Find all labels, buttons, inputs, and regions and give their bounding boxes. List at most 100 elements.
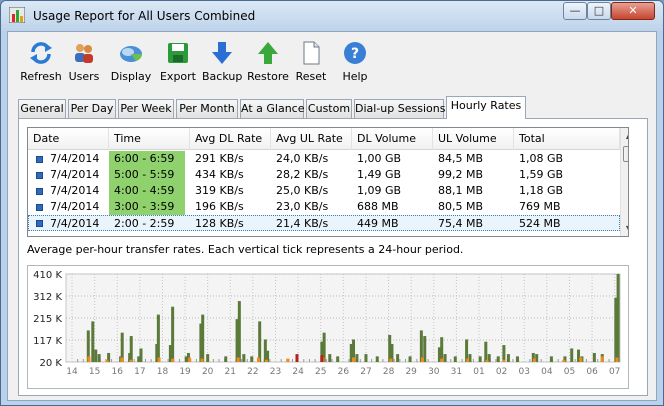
chart-bar [506, 354, 510, 362]
chart-bar [171, 306, 175, 362]
chart-bar [105, 359, 109, 362]
column-header-avg-ul-rate[interactable]: Avg UL Rate [271, 128, 352, 150]
chart-bar [295, 354, 299, 362]
column-header-date[interactable]: Date [28, 128, 109, 150]
tab-per-month[interactable]: Per Month [176, 99, 238, 118]
cell-time: 4:00 - 4:59 [109, 183, 185, 199]
column-header-dl-volume[interactable]: DL Volume [352, 128, 433, 150]
cell-time: 2:00 - 2:59 [114, 217, 175, 230]
x-tick-label: 20 [202, 367, 214, 377]
cell-dl-volume: 449 MB [357, 217, 399, 230]
cell-ul-volume: 99,2 MB [438, 168, 484, 181]
window-content: Refresh Users Display Export Backup Rest… [7, 31, 657, 401]
chart-bar [420, 357, 424, 362]
export-label: Export [159, 70, 196, 83]
tab-hourly-rates[interactable]: Hourly Rates [446, 96, 526, 119]
tab-custom[interactable]: Custom [306, 99, 352, 118]
chart-bar [201, 314, 205, 362]
x-tick-label: 25 [315, 367, 326, 377]
cell-avg-dl-rate: 128 KB/s [195, 217, 244, 230]
x-tick-label: 19 [179, 367, 191, 377]
display-button[interactable]: Display [108, 40, 154, 88]
chart-bar [466, 358, 470, 362]
row-bullet-icon [36, 156, 43, 163]
refresh-button[interactable]: Refresh [20, 40, 62, 88]
scroll-up-icon[interactable]: ▲ [622, 129, 628, 143]
chart-bar [615, 357, 619, 362]
chart-bar [364, 354, 368, 362]
chart-bar [478, 356, 482, 362]
table-header: Date Time Avg DL Rate Avg UL Rate DL Vol… [28, 128, 620, 150]
x-tick-label: 31 [451, 367, 462, 377]
refresh-icon [30, 42, 52, 64]
cell-ul-volume: 88,1 MB [438, 184, 484, 197]
cell-total: 1,18 GB [519, 184, 564, 197]
cell-avg-dl-rate: 434 KB/s [195, 168, 244, 181]
reset-button[interactable]: Reset [292, 40, 330, 88]
table-row[interactable]: 7/4/2014 6:00 - 6:59 291 KB/s 24,0 KB/s … [28, 151, 620, 167]
tab-bar: General Per Day Per Week Per Month At a … [18, 96, 648, 119]
tab-at-a-glance[interactable]: At a Glance [240, 99, 305, 118]
chart-bar [502, 345, 506, 362]
chart-bar [616, 274, 620, 362]
cell-dl-volume: 1,49 GB [357, 168, 402, 181]
chart-bar [129, 359, 133, 362]
cell-avg-dl-rate: 291 KB/s [195, 152, 244, 165]
app-window: Usage Report for All Users Combined — □ … [0, 0, 664, 406]
export-button[interactable]: Export [158, 40, 198, 88]
column-header-total[interactable]: Total [514, 128, 620, 150]
table-scrollbar[interactable]: ▲ ▼ [620, 128, 628, 236]
tab-general[interactable]: General [18, 99, 66, 118]
chart-svg: 410 K 312 K 215 K 117 K 20 K14 15 16 17 18 19 20 21… [33, 270, 621, 377]
refresh-label: Refresh [20, 70, 62, 83]
cell-time: 6:00 - 6:59 [109, 151, 185, 167]
backup-icon [212, 42, 232, 64]
x-tick-label: 15 [89, 367, 100, 377]
table-row[interactable]: 7/4/2014 5:00 - 5:59 434 KB/s 28,2 KB/s … [28, 167, 620, 183]
x-tick-label: 28 [383, 367, 395, 377]
chart-bar [440, 337, 444, 362]
restore-button[interactable]: Restore [246, 40, 290, 88]
help-button[interactable]: ? Help [340, 40, 370, 88]
users-button[interactable]: Users [66, 40, 102, 88]
row-bullet-icon [36, 204, 43, 211]
backup-button[interactable]: Backup [202, 40, 242, 88]
chart-bar [206, 354, 210, 362]
x-tick-label: 18 [157, 367, 169, 377]
column-header-avg-dl-rate[interactable]: Avg DL Rate [190, 128, 271, 150]
tab-dial-up-sessions[interactable]: Dial-up Sessions [354, 99, 445, 118]
maximize-button[interactable]: □ [587, 2, 611, 20]
chart-bar [352, 357, 356, 362]
y-tick-label: 410 K [33, 270, 62, 281]
column-header-time[interactable]: Time [109, 128, 190, 150]
chart-bar [157, 357, 161, 362]
chart-bar [485, 359, 489, 362]
table-row-selected[interactable]: 7/4/2014 2:00 - 2:59 128 KB/s 21,4 KB/s … [28, 215, 620, 231]
chart-bar [496, 356, 500, 362]
x-tick-label: 05 [564, 367, 575, 377]
scroll-down-icon[interactable]: ▼ [622, 222, 628, 236]
tab-per-day[interactable]: Per Day [68, 99, 116, 118]
chart-bar [87, 356, 91, 362]
table-row[interactable]: 7/4/2014 4:00 - 4:59 319 KB/s 25,0 KB/s … [28, 183, 620, 199]
scroll-thumb[interactable] [623, 146, 628, 162]
restore-icon [258, 42, 278, 64]
chart-bar [286, 358, 290, 362]
cell-date: 7/4/2014 [50, 217, 100, 230]
chart-bar [94, 349, 98, 362]
chart-bar [97, 354, 101, 362]
chart-bar [237, 301, 241, 362]
x-tick-label: 06 [586, 367, 598, 377]
cell-avg-ul-rate: 28,2 KB/s [276, 168, 329, 181]
tab-per-week[interactable]: Per Week [118, 99, 174, 118]
display-label: Display [110, 70, 152, 83]
title-bar[interactable]: Usage Report for All Users Combined — □ … [1, 1, 663, 31]
table-row[interactable]: 7/4/2014 3:00 - 3:59 196 KB/s 23,0 KB/s … [28, 199, 620, 215]
close-button[interactable]: ✕ [611, 2, 655, 20]
column-header-ul-volume[interactable]: UL Volume [433, 128, 514, 150]
minimize-button[interactable]: — [563, 2, 587, 20]
cell-dl-volume: 1,09 GB [357, 184, 402, 197]
chart-bar [396, 354, 400, 362]
x-tick-label: 26 [338, 367, 350, 377]
backup-label: Backup [202, 70, 243, 83]
